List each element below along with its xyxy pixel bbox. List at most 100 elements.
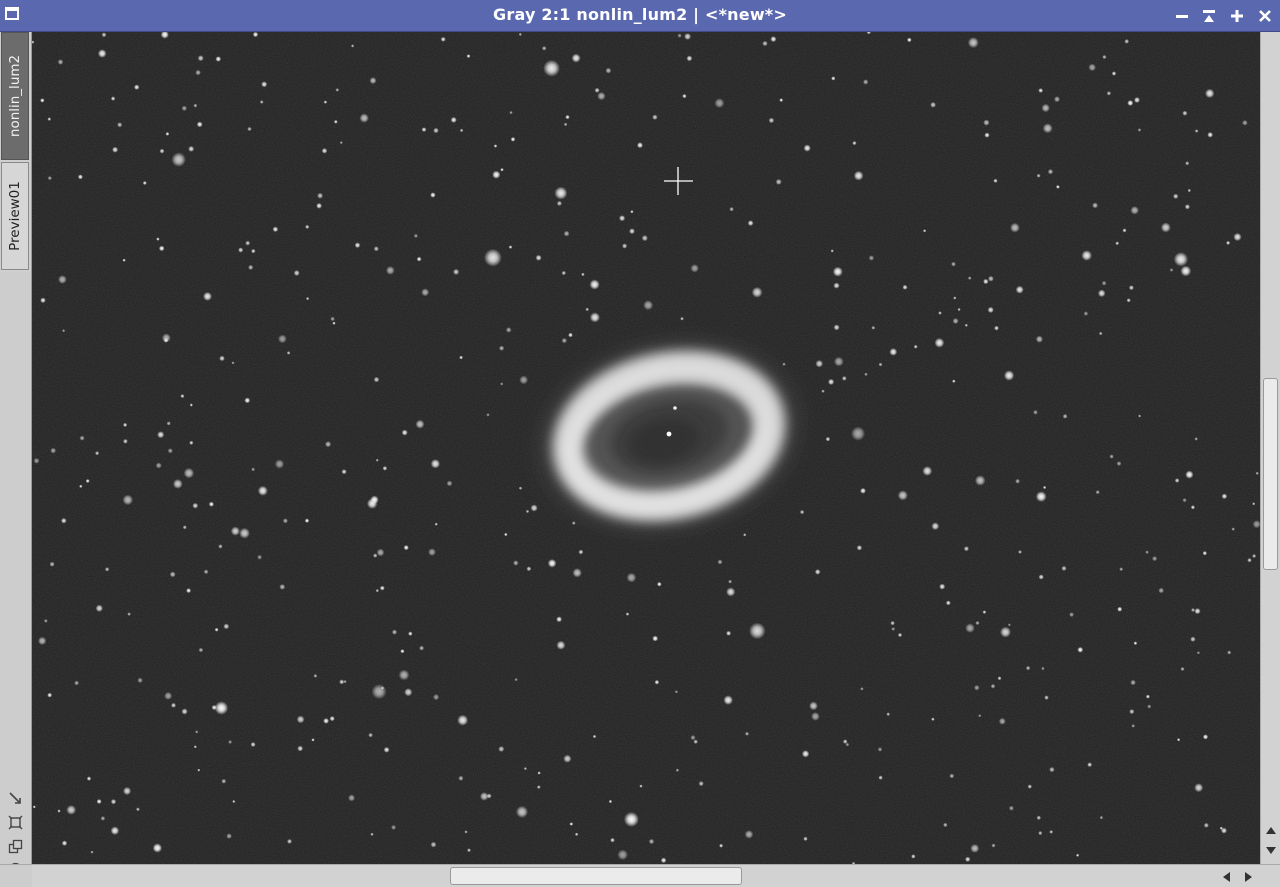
arrow-right-icon[interactable] xyxy=(1242,870,1254,884)
star xyxy=(556,640,566,650)
star xyxy=(907,37,912,43)
star xyxy=(911,854,916,859)
star xyxy=(923,229,927,233)
star xyxy=(1044,695,1049,700)
star xyxy=(47,176,52,181)
close-icon[interactable] xyxy=(1256,7,1274,25)
tab-main-view[interactable]: nonlin_lum2 xyxy=(1,32,29,160)
star xyxy=(323,100,328,104)
star xyxy=(991,843,996,848)
star xyxy=(416,256,422,262)
star xyxy=(1190,505,1195,510)
star xyxy=(619,215,626,222)
arrow-down-icon[interactable] xyxy=(1263,844,1279,856)
star xyxy=(982,610,987,614)
star xyxy=(261,81,268,88)
star xyxy=(440,36,446,42)
clone-icon[interactable] xyxy=(7,838,24,855)
star xyxy=(1000,626,1011,638)
arrow-up-icon[interactable] xyxy=(1263,824,1279,836)
star xyxy=(123,438,128,444)
star xyxy=(868,255,875,261)
star xyxy=(259,100,264,104)
star xyxy=(104,567,110,572)
star xyxy=(181,708,188,715)
star xyxy=(945,600,951,606)
star xyxy=(421,288,430,297)
star xyxy=(951,261,956,267)
maximize-icon[interactable] xyxy=(1228,7,1246,25)
horizontal-scroll-thumb[interactable] xyxy=(450,867,742,885)
vertical-scroll-thumb[interactable] xyxy=(1263,378,1278,570)
shade-icon[interactable] xyxy=(1200,7,1218,25)
star xyxy=(1221,493,1228,500)
star xyxy=(934,337,945,348)
star xyxy=(375,589,379,593)
star xyxy=(1202,551,1208,556)
star xyxy=(674,690,679,694)
star xyxy=(195,69,201,76)
star xyxy=(508,245,513,249)
star xyxy=(450,116,457,123)
star xyxy=(1042,123,1053,134)
star xyxy=(841,376,847,381)
star xyxy=(313,674,318,678)
star xyxy=(556,616,562,623)
star xyxy=(1231,527,1235,531)
star xyxy=(775,178,782,185)
star xyxy=(251,248,256,254)
fit-view-icon[interactable] xyxy=(7,790,24,807)
star xyxy=(189,440,194,445)
star xyxy=(1203,822,1209,828)
star xyxy=(1038,88,1044,93)
minimize-icon[interactable] xyxy=(1173,7,1191,25)
star xyxy=(1185,470,1194,479)
tab-preview01[interactable]: Preview01 xyxy=(1,162,29,270)
zoom-to-fit-icon[interactable] xyxy=(7,814,24,831)
star xyxy=(155,462,162,469)
star xyxy=(391,824,397,830)
star xyxy=(186,588,192,594)
star xyxy=(40,297,46,304)
star xyxy=(38,636,47,646)
star xyxy=(1158,587,1164,594)
star xyxy=(379,585,385,591)
star xyxy=(1117,606,1123,612)
star xyxy=(122,494,134,506)
star xyxy=(833,282,840,289)
star xyxy=(547,559,557,568)
title-bar[interactable]: Gray 2:1 nonlin_lum2 | <*new*> xyxy=(0,0,1280,32)
astro-image[interactable] xyxy=(32,32,1260,864)
star xyxy=(988,275,994,282)
star xyxy=(698,781,704,787)
arrow-left-icon[interactable] xyxy=(1220,870,1232,884)
star xyxy=(987,306,994,313)
star xyxy=(1127,100,1134,106)
star xyxy=(238,247,244,253)
star xyxy=(897,632,903,638)
star xyxy=(825,436,831,442)
star xyxy=(1194,437,1198,441)
vertical-scrollbar[interactable] xyxy=(1260,32,1280,864)
star xyxy=(864,372,868,376)
star xyxy=(686,55,693,62)
star xyxy=(1077,646,1084,653)
star xyxy=(137,677,143,683)
star xyxy=(690,735,696,741)
star xyxy=(33,457,40,464)
star xyxy=(856,545,863,551)
star xyxy=(513,560,519,566)
star xyxy=(726,587,736,597)
title-prefix: Gray 2:1 xyxy=(493,5,571,24)
star xyxy=(368,732,373,738)
horizontal-scrollbar[interactable] xyxy=(32,864,1280,887)
star xyxy=(1169,268,1174,272)
star xyxy=(799,509,805,515)
star xyxy=(1036,173,1041,178)
star xyxy=(723,695,733,705)
star xyxy=(1227,650,1232,655)
star xyxy=(762,40,768,47)
image-viewport[interactable] xyxy=(32,32,1260,864)
star xyxy=(1087,762,1093,768)
star xyxy=(930,101,936,108)
